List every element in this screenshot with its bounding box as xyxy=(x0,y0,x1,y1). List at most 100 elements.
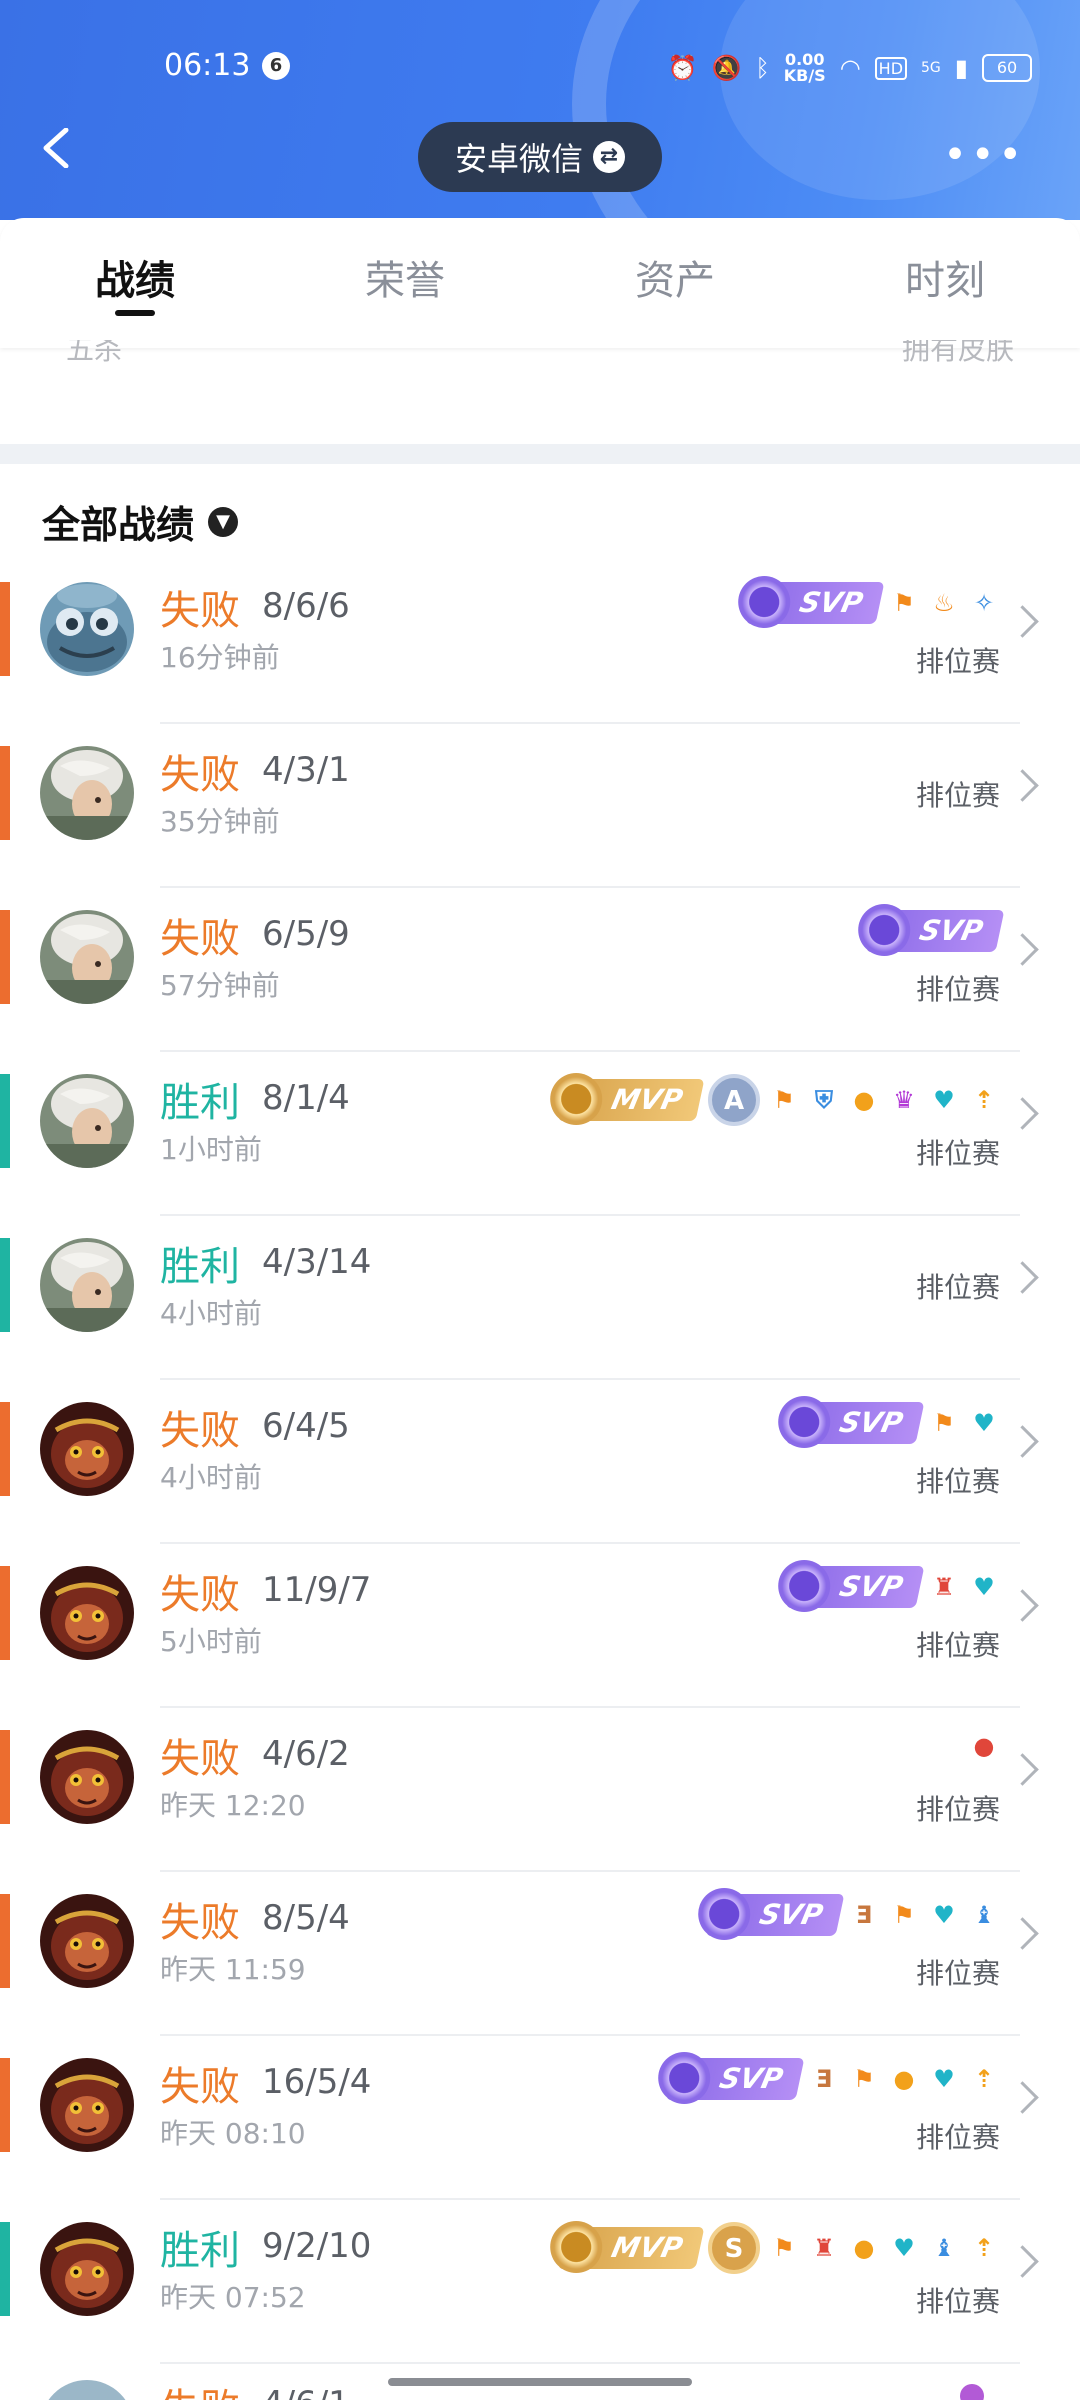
result-color-bar xyxy=(0,1238,10,1332)
match-row[interactable]: 失败 16/5/4 昨天 08:10 SVP Ǝ ⚑ ● ♥ ⇡ 排位赛 xyxy=(0,2036,1080,2200)
chevron-right-icon xyxy=(1006,1425,1039,1458)
svp-coin-icon xyxy=(857,904,910,956)
svp-badge: SVP xyxy=(777,1396,925,1448)
chevron-right-icon xyxy=(1006,1589,1039,1622)
signal-5g-icon: 5G xyxy=(921,60,941,76)
hero-avatar xyxy=(40,910,134,1004)
match-mode: 排位赛 xyxy=(915,779,1000,812)
hero-avatar xyxy=(40,2222,134,2316)
heart-plus-icon: ♥ xyxy=(933,1901,955,1929)
match-mode: 排位赛 xyxy=(915,973,1000,1006)
match-time-ago: 57分钟前 xyxy=(160,969,280,1002)
chevron-right-icon xyxy=(1006,769,1039,802)
back-arrow-icon[interactable] xyxy=(38,128,78,168)
match-result: 失败 xyxy=(160,588,240,634)
match-mode: 排位赛 xyxy=(915,2121,1000,2154)
chevron-right-icon xyxy=(1006,2245,1039,2278)
fire-icon: ♨ xyxy=(933,589,955,617)
match-kda: 8/6/6 xyxy=(262,586,350,626)
match-row[interactable]: 胜利 9/2/10 昨天 07:52 MVP S ⚑ ♜ ● ♥ ♝ ⇡ 排位赛 xyxy=(0,2200,1080,2364)
match-kda: 11/9/7 xyxy=(262,1570,372,1610)
match-mode: 排位赛 xyxy=(915,1793,1000,1826)
match-time-ago: 昨天 12:20 xyxy=(160,1789,306,1822)
result-color-bar xyxy=(0,910,10,1004)
crest-icon: ♜ xyxy=(933,1573,955,1601)
more-options-icon[interactable]: ••• xyxy=(943,135,1026,175)
match-row[interactable]: 胜利 8/1/4 1小时前 MVP A ⚑ ⛨ ● ♛ ♥ ⇡ 排位赛 xyxy=(0,1052,1080,1216)
match-kda: 6/5/9 xyxy=(262,914,350,954)
match-time-ago: 昨天 11:59 xyxy=(160,1953,306,1986)
badge-label: SVP xyxy=(836,1570,906,1603)
match-time-ago: 4小时前 xyxy=(160,1297,262,1330)
match-row[interactable]: 失败 6/5/9 57分钟前 SVP 排位赛 xyxy=(0,888,1080,1052)
svp-coin-icon xyxy=(777,1560,830,1612)
tab-honors[interactable]: 荣誉 xyxy=(270,218,540,348)
badge-label: SVP xyxy=(836,1406,906,1439)
stat-label-pentakill: 五杀 xyxy=(66,340,123,366)
match-mode: 排位赛 xyxy=(915,1957,1000,1990)
blood-drop-icon: ● xyxy=(973,1732,995,1760)
demon-icon: ♛ xyxy=(893,1086,915,1114)
match-badges: SVP ♜ ♥ xyxy=(777,1560,1000,1612)
match-time-ago: 16分钟前 xyxy=(160,641,280,674)
match-row[interactable]: 失败 4/3/1 35分钟前 排位赛 xyxy=(0,724,1080,888)
match-row[interactable]: 胜利 4/3/14 4小时前 排位赛 xyxy=(0,1216,1080,1380)
match-kda: 16/5/4 xyxy=(262,2062,372,2102)
tower-icon: ♝ xyxy=(933,2234,955,2262)
heart-plus-icon: ♥ xyxy=(933,2065,955,2093)
match-badges: ● xyxy=(968,1730,1000,1762)
flag-icon: ⚑ xyxy=(893,1901,915,1929)
tab-moments[interactable]: 时刻 xyxy=(810,218,1080,348)
result-color-bar xyxy=(0,1566,10,1660)
hero-avatar xyxy=(40,2380,134,2400)
mvp-coin-icon xyxy=(550,2221,603,2273)
tab-label: 荣誉 xyxy=(365,258,445,304)
match-row[interactable]: 失败 8/6/6 16分钟前 SVP ⚑ ♨ ✧ 排位赛 xyxy=(0,560,1080,724)
tower-icon: ♝ xyxy=(973,1901,995,1929)
match-badges: SVP xyxy=(857,904,1005,956)
flag-icon: ⚑ xyxy=(773,1086,795,1114)
badge-label: MVP xyxy=(608,1083,686,1116)
flag-icon: ⚑ xyxy=(773,2234,795,2262)
records-filter-dropdown[interactable]: 全部战绩 ▼ xyxy=(42,494,239,549)
svp-coin-icon xyxy=(697,1888,750,1940)
match-row[interactable]: 失败 11/9/7 5小时前 SVP ♜ ♥ 排位赛 xyxy=(0,1544,1080,1708)
bluetooth-icon: ᛒ xyxy=(755,54,770,82)
coins-icon: ● xyxy=(853,2234,875,2262)
hd-icon: HD xyxy=(874,56,908,80)
stats-row-partial: 五杀 拥有皮肤 xyxy=(0,340,1080,368)
mvp-badge: MVP xyxy=(550,2221,705,2273)
match-kda: 4/3/14 xyxy=(262,1242,372,1282)
match-time-ago: 1小时前 xyxy=(160,1133,262,1166)
match-result: 失败 xyxy=(160,1408,240,1454)
match-badges: MVP A ⚑ ⛨ ● ♛ ♥ ⇡ xyxy=(550,1073,1000,1126)
wifi-icon: ◠ xyxy=(839,54,861,82)
match-kda: 6/4/5 xyxy=(262,1406,350,1446)
svp-badge: SVP xyxy=(697,1888,845,1940)
alarm-icon: ⏰ xyxy=(667,54,698,82)
svp-badge: SVP xyxy=(857,904,1005,956)
wings-icon: ✧ xyxy=(973,589,995,617)
match-row[interactable]: 失败 4/6/2 昨天 12:20 ● 排位赛 xyxy=(0,1708,1080,1872)
coin-up-icon: ⇡ xyxy=(973,2065,995,2093)
result-color-bar xyxy=(0,1730,10,1824)
triple-kill-icon: Ǝ xyxy=(815,2065,833,2093)
match-row[interactable]: 失败 6/4/5 4小时前 SVP ⚑ ♥ 排位赛 xyxy=(0,1380,1080,1544)
match-row-partial[interactable]: 失败 4/6/1 xyxy=(0,2350,1080,2400)
home-indicator xyxy=(388,2378,692,2386)
chevron-right-icon xyxy=(1006,1753,1039,1786)
tab-assets[interactable]: 资产 xyxy=(540,218,810,348)
hero-avatar xyxy=(40,1238,134,1332)
result-color-bar xyxy=(0,582,10,676)
match-row[interactable]: 失败 8/5/4 昨天 11:59 SVP Ǝ ⚑ ♥ ♝ 排位赛 xyxy=(0,1872,1080,2036)
mvp-coin-icon xyxy=(550,1073,603,1125)
mute-bell-icon: 🔕 xyxy=(711,54,742,82)
chevron-down-icon: ▼ xyxy=(208,506,239,537)
account-switch-button[interactable]: 安卓微信 ⇄ xyxy=(418,122,662,192)
match-mode: 排位赛 xyxy=(915,1629,1000,1662)
section-divider xyxy=(0,444,1080,464)
match-time-ago: 5小时前 xyxy=(160,1625,262,1658)
tab-records[interactable]: 战绩 xyxy=(0,218,270,348)
result-color-bar xyxy=(0,1402,10,1496)
result-color-bar xyxy=(0,1894,10,1988)
